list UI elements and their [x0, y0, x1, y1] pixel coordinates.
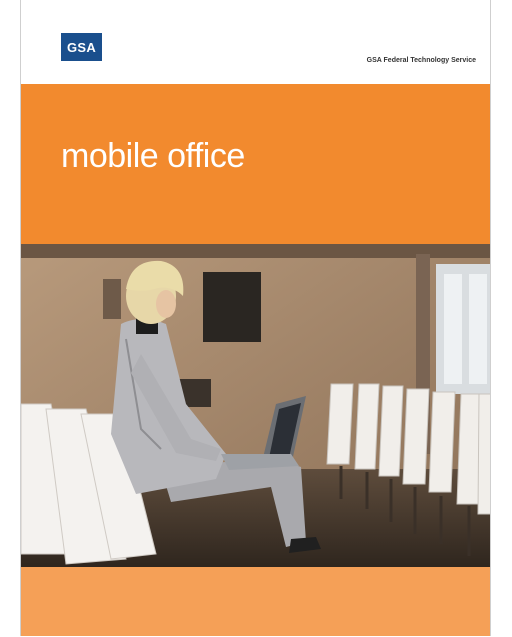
title-banner: mobile office — [21, 84, 490, 244]
bottom-band — [21, 567, 490, 636]
cover-title: mobile office — [61, 137, 245, 175]
cover-page: GSA GSA Federal Technology Service mobil… — [20, 0, 491, 636]
header: GSA GSA Federal Technology Service — [21, 0, 490, 84]
gsa-logo: GSA — [61, 33, 102, 61]
service-name: GSA Federal Technology Service — [366, 57, 476, 64]
cover-photo — [21, 244, 490, 567]
woman-with-laptop-photo — [21, 244, 490, 567]
